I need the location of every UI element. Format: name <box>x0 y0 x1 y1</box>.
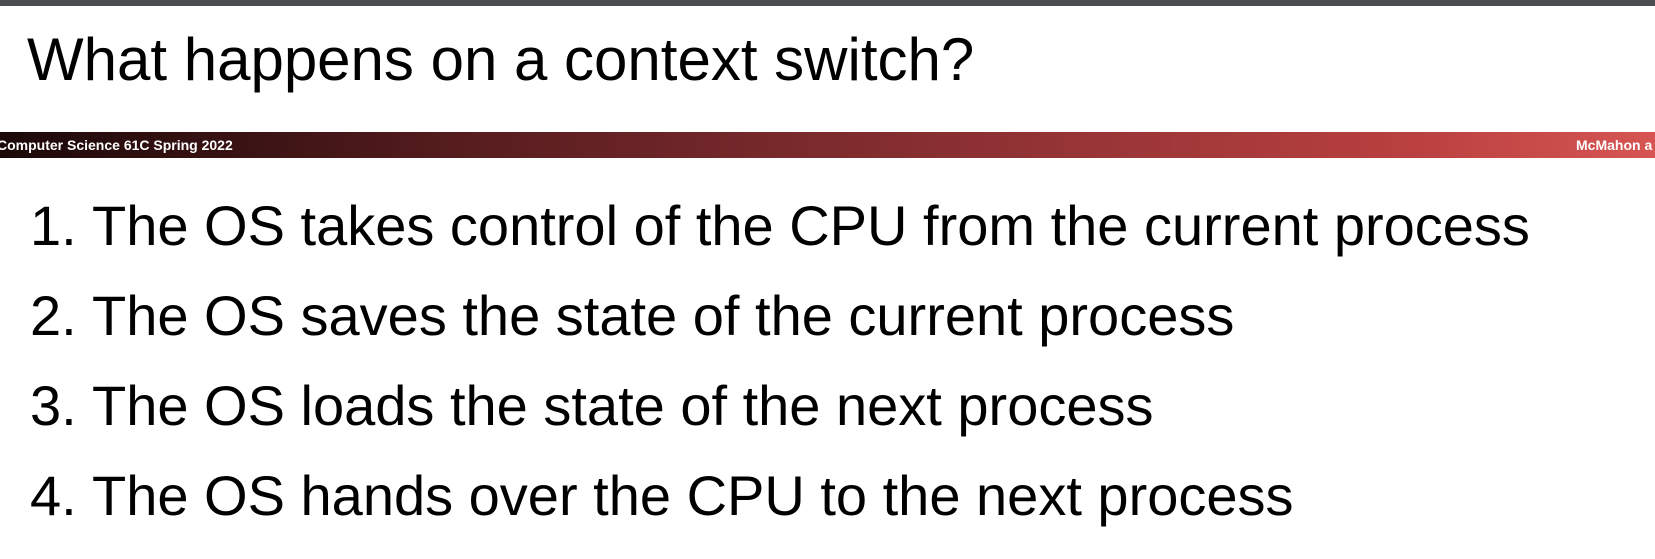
list-item: 2. The OS saves the state of the current… <box>30 270 1530 360</box>
step-text: The OS loads the state of the next proce… <box>92 373 1154 437</box>
step-number: 2. <box>30 283 77 347</box>
top-rule <box>0 0 1655 6</box>
step-number: 4. <box>30 463 77 527</box>
step-text: The OS saves the state of the current pr… <box>92 283 1235 347</box>
context-switch-steps: 1. The OS takes control of the CPU from … <box>30 180 1530 540</box>
list-item: 4. The OS hands over the CPU to the next… <box>30 450 1530 540</box>
instructor-name: McMahon a <box>1576 137 1653 153</box>
course-name: Computer Science 61C Spring 2022 <box>0 137 233 153</box>
slide-title: What happens on a context switch? <box>27 26 975 93</box>
step-number: 1. <box>30 193 77 257</box>
step-text: The OS takes control of the CPU from the… <box>92 193 1530 257</box>
step-text: The OS hands over the CPU to the next pr… <box>92 463 1294 527</box>
course-banner: Computer Science 61C Spring 2022 McMahon… <box>0 132 1655 158</box>
list-item: 3. The OS loads the state of the next pr… <box>30 360 1530 450</box>
step-number: 3. <box>30 373 77 437</box>
list-item: 1. The OS takes control of the CPU from … <box>30 180 1530 270</box>
